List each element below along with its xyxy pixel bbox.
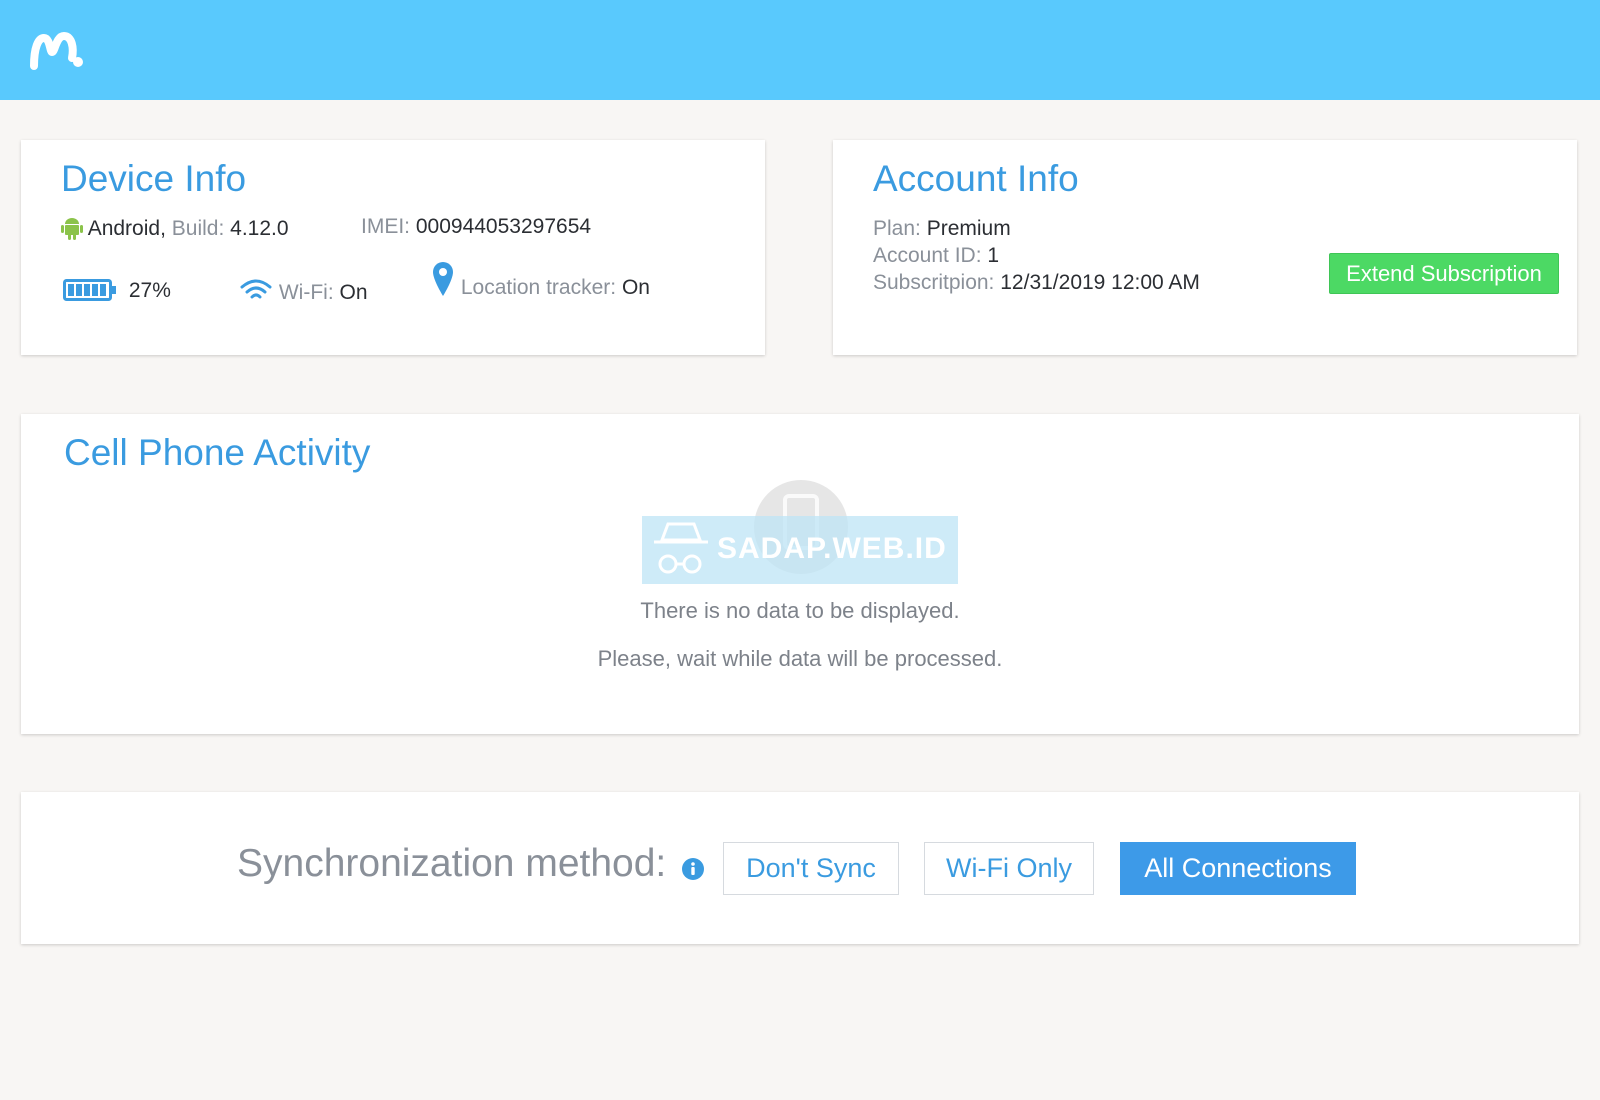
info-icon[interactable] [681, 857, 705, 881]
dont-sync-button[interactable]: Don't Sync [723, 842, 899, 895]
location-pin-icon [433, 262, 453, 296]
no-data-message: There is no data to be displayed. [640, 598, 960, 623]
build-label: Build: [171, 217, 225, 240]
wifi-only-button[interactable]: Wi-Fi Only [924, 842, 1094, 895]
battery-percent: 27% [128, 279, 171, 302]
imei-row: IMEI: 000944053297654 [361, 215, 591, 239]
account-id-label: Account ID: [873, 244, 982, 267]
plan-value: Premium [926, 217, 1011, 240]
mspy-logo-icon[interactable] [28, 28, 88, 72]
plan-row: Plan: Premium [873, 217, 1011, 241]
wifi-value: On [339, 281, 368, 304]
subscription-value: 12/31/2019 12:00 AM [1000, 271, 1200, 294]
account-info-card: Account Info Plan: Premium Account ID: 1… [833, 140, 1577, 355]
watermark-badge: SADAP.WEB.ID [642, 516, 958, 584]
account-info-title: Account Info [873, 158, 1079, 199]
battery-icon [63, 279, 116, 301]
imei-label: IMEI: [361, 215, 411, 238]
device-info-card: Device Info Android, Build: 4.12.0 IMEI:… [21, 140, 765, 355]
activity-title: Cell Phone Activity [64, 432, 371, 473]
os-value: Android [87, 217, 161, 240]
location-row: Location tracker: On [431, 260, 650, 300]
watermark-text: SADAP.WEB.ID [717, 532, 947, 565]
subscription-row: Subscritpion: 12/31/2019 12:00 AM [873, 271, 1200, 295]
device-info-title: Device Info [61, 158, 247, 199]
build-value: 4.12.0 [230, 217, 289, 240]
account-id-row: Account ID: 1 [873, 244, 999, 268]
sync-method-card: Synchronization method: Don't Sync Wi-Fi… [21, 792, 1579, 944]
extend-subscription-button[interactable]: Extend Subscription [1329, 253, 1559, 294]
wifi-label: Wi-Fi: [278, 281, 334, 304]
account-id-value: 1 [987, 244, 1000, 267]
top-header-bar [0, 0, 1600, 100]
sync-method-label: Synchronization method: [237, 842, 667, 885]
location-label: Location tracker: [460, 276, 617, 299]
imei-value: 000944053297654 [415, 215, 592, 238]
battery-row: 27% [63, 277, 171, 303]
spy-icon [654, 522, 708, 574]
cell-phone-activity-card: Cell Phone Activity SADAP.WEB.ID There i… [21, 414, 1579, 734]
wifi-row: Wi-Fi: On [239, 277, 368, 305]
subscription-label: Subscritpion: [873, 271, 995, 294]
os-build-row: Android, Build: 4.12.0 [61, 215, 289, 241]
plan-label: Plan: [873, 217, 921, 240]
all-connections-button[interactable]: All Connections [1120, 842, 1356, 895]
wait-message: Please, wait while data will be processe… [597, 646, 1003, 671]
location-value: On [621, 276, 650, 299]
android-icon [61, 218, 83, 240]
wifi-icon [240, 279, 272, 299]
